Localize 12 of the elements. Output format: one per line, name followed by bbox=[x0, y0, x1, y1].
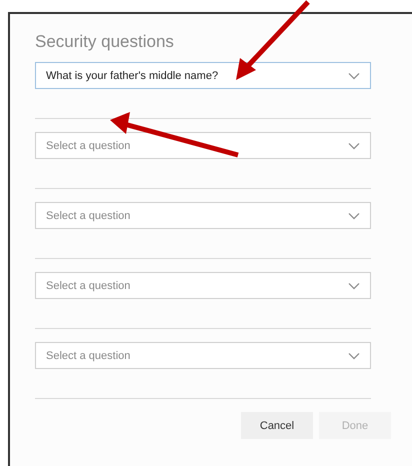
chevron-down-icon bbox=[348, 212, 360, 220]
chevron-down-icon bbox=[348, 142, 360, 150]
question-dropdown[interactable]: Select a question bbox=[35, 342, 371, 369]
question-dropdown[interactable]: Select a question bbox=[35, 202, 371, 229]
chevron-down-icon bbox=[348, 282, 360, 290]
chevron-down-icon bbox=[348, 72, 360, 80]
question-dropdown[interactable]: Select a question bbox=[35, 272, 371, 299]
dialog-title: Security questions bbox=[35, 32, 175, 53]
dialog-button[interactable]: Cancel bbox=[241, 412, 313, 439]
question-dropdown[interactable]: What is your father's middle name? bbox=[35, 62, 371, 89]
question-dropdown[interactable]: Select a question bbox=[35, 132, 371, 159]
chevron-down-icon bbox=[348, 352, 360, 360]
